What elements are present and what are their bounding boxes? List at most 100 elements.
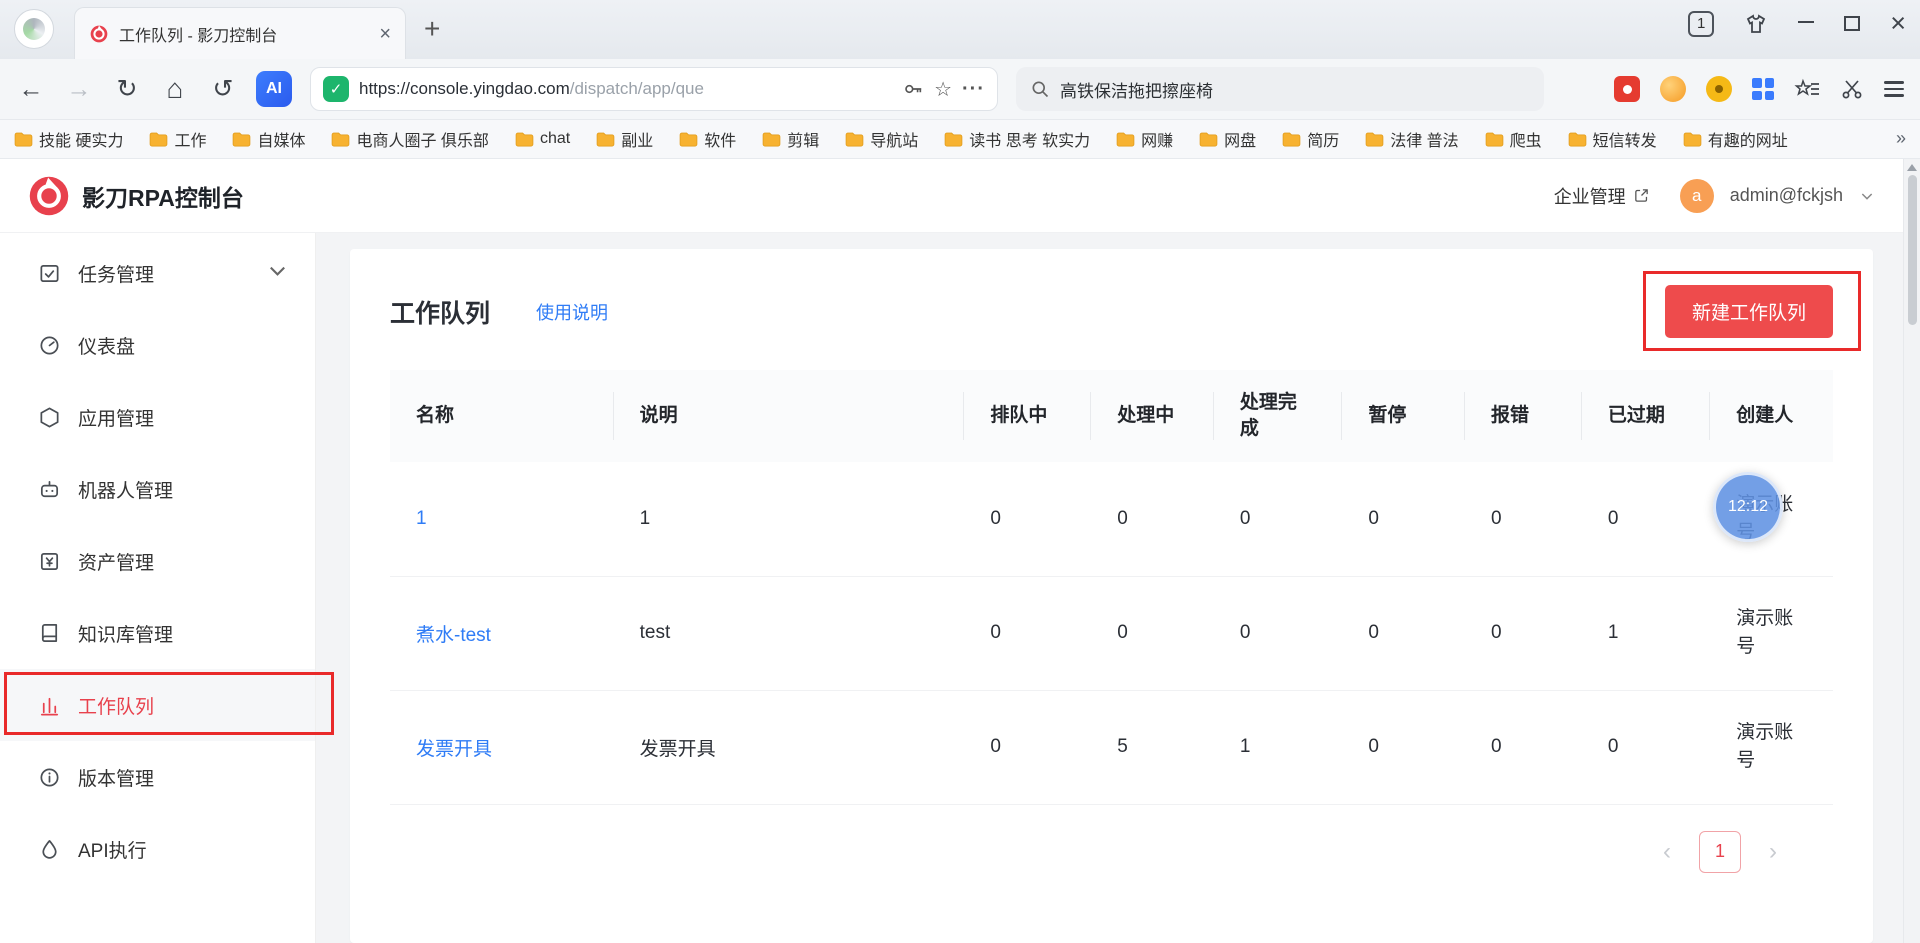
queue-name-link[interactable]: 1 (416, 508, 427, 529)
tab-count-badge[interactable]: 1 (1688, 10, 1715, 37)
column-header: 排队中 (964, 370, 1092, 462)
forward-icon[interactable]: → (64, 75, 94, 104)
folder-icon (845, 132, 864, 146)
bookmark-item[interactable]: 网盘 (1199, 127, 1256, 151)
sidebar-item-asset[interactable]: 资产管理 (0, 525, 315, 597)
column-header: 说明 (613, 370, 965, 462)
bookmarks-overflow-icon[interactable]: » (1896, 128, 1906, 149)
usage-help-link[interactable]: 使用说明 (536, 299, 608, 325)
browser-search-box[interactable]: 高铁保洁拖把擦座椅 (1016, 67, 1544, 111)
browser-tab-strip: 工作队列 - 影刀控制台 × + 1 × (0, 0, 1920, 59)
cell-error: 0 (1464, 576, 1582, 691)
folder-icon (1199, 132, 1218, 146)
prev-page-icon[interactable]: ‹ (1663, 838, 1671, 866)
next-page-icon[interactable]: › (1769, 838, 1777, 866)
bookmark-item[interactable]: 法律 普法 (1365, 127, 1459, 151)
enterprise-manage-link[interactable]: 企业管理 (1554, 183, 1650, 209)
sidebar-item-robot[interactable]: 机器人管理 (0, 453, 315, 525)
theme-skin-icon[interactable] (1744, 12, 1768, 36)
bookmark-item[interactable]: 电商人圈子 俱乐部 (331, 127, 489, 151)
screenshot-scissors-icon[interactable] (1840, 77, 1864, 101)
more-options-icon[interactable]: ··· (962, 78, 985, 101)
scrollbar-up-icon[interactable] (1907, 164, 1917, 171)
sidebar-item-label: 版本管理 (78, 768, 155, 790)
account-email[interactable]: admin@fckjsh (1730, 185, 1843, 206)
cell-creator: 演示账号 (1710, 690, 1833, 805)
folder-icon (1485, 132, 1503, 146)
tab-close-icon[interactable]: × (379, 24, 391, 44)
chevron-down-icon (270, 266, 285, 276)
menu-icon[interactable] (1884, 81, 1904, 97)
new-tab-button[interactable]: + (424, 13, 440, 45)
bookmark-item[interactable]: 工作 (149, 127, 206, 151)
bookmark-item[interactable]: 软件 (679, 127, 736, 151)
scrollbar-thumb[interactable] (1907, 175, 1917, 325)
queue-name-link[interactable]: 煮水-test (416, 625, 491, 646)
cell-expired: 0 (1581, 462, 1711, 577)
address-bar[interactable]: ✓ https://console.yingdao.com/dispatch/a… (310, 67, 998, 111)
sidebar-item-app[interactable]: 应用管理 (0, 381, 315, 453)
restore-session-icon[interactable]: ↺ (208, 74, 238, 104)
bookmark-item[interactable]: 导航站 (845, 127, 918, 151)
redpacket-extension-icon[interactable] (1614, 76, 1640, 102)
password-key-icon[interactable] (902, 78, 924, 100)
back-icon[interactable]: ← (16, 75, 46, 104)
column-header: 创建人 (1710, 370, 1833, 462)
ai-assistant-icon[interactable]: AI (256, 71, 292, 107)
bookmark-item[interactable]: chat (515, 130, 570, 148)
bookmark-item[interactable]: 有趣的网址 (1683, 127, 1788, 151)
folder-icon (14, 132, 33, 146)
cell-name: 煮水-test (390, 576, 614, 691)
folder-icon (332, 132, 350, 146)
minimize-button[interactable] (1798, 21, 1815, 23)
url-text[interactable]: https://console.yingdao.com/dispatch/app… (359, 79, 892, 99)
bookmark-item[interactable]: 短信转发 (1568, 127, 1657, 151)
browser-logo-icon[interactable] (14, 9, 54, 49)
column-header: 报错 (1464, 370, 1582, 462)
sidebar-item-api[interactable]: API执行 (0, 813, 315, 885)
favorites-manager-icon[interactable] (1794, 77, 1820, 101)
sidebar-item-queue[interactable]: 工作队列 (0, 669, 315, 741)
maximize-button[interactable] (1844, 16, 1861, 31)
avatar[interactable]: a (1679, 178, 1714, 213)
sidebar-item-version[interactable]: 版本管理 (0, 741, 315, 813)
cell-queued: 0 (964, 576, 1092, 691)
column-header: 暂停 (1342, 370, 1465, 462)
cell-queued: 0 (964, 462, 1092, 577)
page-number[interactable]: 1 (1699, 830, 1741, 873)
page-scrollbar[interactable] (1903, 159, 1920, 943)
site-favicon (90, 25, 108, 42)
tab-title: 工作队列 - 影刀控制台 (119, 27, 278, 45)
search-query-text[interactable]: 高铁保洁拖把擦座椅 (1060, 77, 1213, 102)
sidebar-item-task[interactable]: 任务管理 (0, 237, 315, 309)
security-shield-icon[interactable]: ✓ (323, 76, 349, 102)
chevron-down-icon[interactable] (1859, 188, 1875, 204)
queue-name-link[interactable]: 发票开具 (416, 739, 492, 760)
bookmark-item[interactable]: 读书 思考 软实力 (944, 127, 1090, 151)
bookmark-item[interactable]: 爬虫 (1485, 127, 1542, 151)
bookmark-item[interactable]: 网赚 (1116, 127, 1173, 151)
cell-error: 0 (1464, 690, 1582, 805)
account-extension-icon[interactable] (1660, 76, 1686, 102)
bookmark-item[interactable]: 副业 (596, 127, 653, 151)
main-content: 工作队列 使用说明 新建工作队列 名称 说明 排队中 处理中 处理完成 暂停 报错 已过期 创建… (316, 233, 1903, 943)
bookmark-label: 工作 (174, 133, 207, 150)
refresh-icon[interactable]: ↻ (112, 74, 142, 104)
close-window-button[interactable]: × (1890, 10, 1906, 37)
browser-tab[interactable]: 工作队列 - 影刀控制台 × (74, 7, 406, 59)
paw-extension-icon[interactable] (1706, 76, 1732, 102)
bookmark-star-icon[interactable]: ☆ (934, 77, 952, 102)
cell-done: 1 (1213, 690, 1343, 805)
sidebar-item-dashboard[interactable]: 仪表盘 (0, 309, 315, 381)
apps-grid-icon[interactable] (1752, 78, 1774, 100)
new-queue-button[interactable]: 新建工作队列 (1664, 285, 1833, 338)
home-icon[interactable]: ⌂ (160, 73, 190, 105)
bookmark-item[interactable]: 技能 硬实力 (14, 127, 123, 151)
bookmark-item[interactable]: 自媒体 (232, 127, 305, 151)
search-icon (1032, 81, 1049, 98)
column-header: 名称 (390, 370, 614, 462)
sidebar-item-knowledge[interactable]: 知识库管理 (0, 597, 315, 669)
cell-error: 0 (1464, 462, 1582, 577)
bookmark-item[interactable]: 简历 (1282, 127, 1339, 151)
bookmark-item[interactable]: 剪辑 (762, 127, 819, 151)
